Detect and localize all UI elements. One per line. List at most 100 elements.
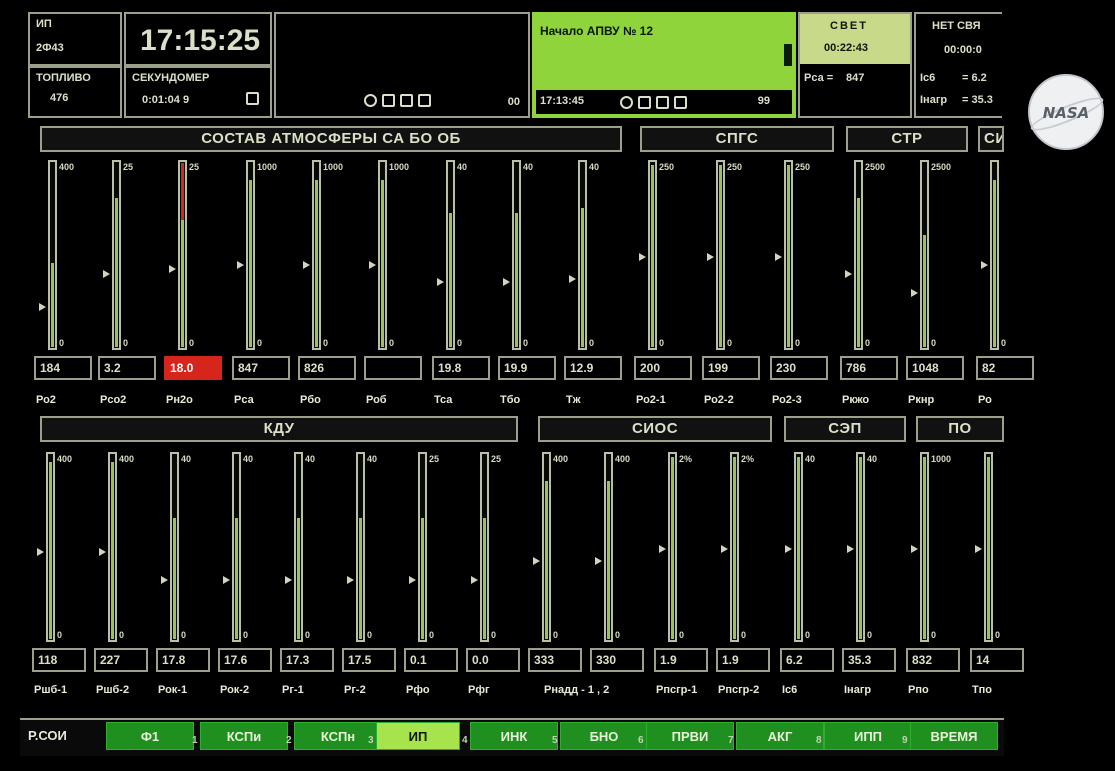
iagr-value: = 35.3 (962, 94, 993, 106)
gauge-pointer-icon (471, 576, 478, 585)
media-panel-1: 00 (274, 12, 530, 118)
gauge-max-label: 40 (181, 454, 192, 464)
gauge-pointer-icon (39, 303, 46, 312)
gauge-max-label: 25 (189, 162, 200, 172)
ic6-value: = 6.2 (962, 72, 987, 84)
gauge-track (232, 452, 241, 642)
gauge-label: Тбо (500, 394, 521, 406)
gauge-value: 82 (976, 356, 1034, 380)
tab-8[interactable]: АКГ (736, 722, 824, 750)
tab-1[interactable]: Ф1 (106, 722, 194, 750)
ip-label: ИП (36, 18, 52, 30)
section-str: СТР (846, 126, 968, 152)
section-sios: СИОС (538, 416, 772, 442)
gauge-zero-label: 0 (615, 630, 621, 640)
gauge-pointer-icon (223, 576, 230, 585)
tab-2[interactable]: КСПи (200, 722, 288, 750)
gauge-zero-label: 0 (1001, 338, 1007, 348)
gauge-fill (249, 179, 252, 347)
gauge-pointer-icon (103, 270, 110, 278)
gauge-zero-label: 0 (805, 630, 811, 640)
gauge-track (178, 160, 187, 350)
gauge-value: 17.8 (156, 648, 210, 672)
gauge-label: Ро2-2 (704, 394, 734, 406)
gauge-label: Ршб-1 (34, 684, 68, 696)
gauge-zero-label: 0 (865, 338, 871, 348)
tab-number: 1 (192, 735, 198, 746)
gauge-value: 17.5 (342, 648, 396, 672)
gauge-track (920, 452, 929, 642)
gauge-zero-label: 0 (995, 630, 1001, 640)
stop-icon[interactable] (674, 96, 687, 110)
gauge-alarm-segment (181, 163, 184, 220)
gauge-fill (787, 164, 790, 347)
gauge-fill (449, 213, 452, 347)
back-icon[interactable] (656, 96, 669, 110)
gauge-zero-label: 0 (57, 630, 63, 640)
ip-value: 2Ф43 (36, 42, 64, 54)
media1-controls (364, 92, 436, 110)
tab-6[interactable]: БНО (560, 722, 648, 750)
gauge-track (730, 452, 739, 642)
gauge-value: 0.1 (404, 648, 458, 672)
stopwatch-label: СЕКУНДОМЕР (132, 72, 210, 84)
gauge-value: 230 (770, 356, 828, 380)
gauge-label: Ркнр (908, 394, 935, 406)
gauge-fill (421, 518, 424, 639)
rewind-icon[interactable] (638, 96, 651, 110)
gauge-zero-label: 0 (457, 338, 463, 348)
back-icon[interactable] (400, 94, 413, 108)
tab-10[interactable]: ВРЕМЯ (910, 722, 998, 750)
gauge-label: Тпо (972, 684, 992, 696)
clock: 17:15:25 (140, 24, 261, 57)
gauge-track (112, 160, 121, 350)
gauge-max-label: 400 (615, 454, 631, 464)
gauge-track (108, 452, 117, 642)
rca-label: Рса = (804, 72, 834, 84)
gauge-pointer-icon (981, 260, 988, 269)
section-atmosphere: СОСТАВ АТМОСФЕРЫ СА БО ОБ (40, 126, 622, 152)
bottom-bar-prefix: Р.СОИ (28, 728, 67, 743)
gauge-zero-label: 0 (931, 338, 937, 348)
gauge-max-label: 400 (59, 162, 75, 172)
gauge-max-label: 40 (589, 162, 600, 172)
tab-5[interactable]: ИНК (470, 722, 558, 750)
gauge-value: 0.0 (466, 648, 520, 672)
gauge-fill (651, 164, 654, 347)
gauge-zero-label: 0 (189, 338, 195, 348)
rewind-icon[interactable] (382, 94, 395, 108)
tab-9[interactable]: ИПП (824, 722, 912, 750)
gauge-max-label: 2500 (931, 162, 952, 172)
gauge-pointer-icon (169, 265, 176, 274)
gauge-pointer-icon (845, 270, 852, 278)
gauge-zero-label: 0 (59, 338, 65, 348)
gauge-max-label: 40 (523, 162, 534, 172)
gauge-label: Рпо (908, 684, 929, 696)
gauge-value: 1.9 (654, 648, 708, 672)
gauge-fill (733, 456, 736, 639)
close-icon[interactable] (620, 96, 633, 110)
gauge-max-label: 400 (119, 454, 135, 464)
stopwatch-reset-icon[interactable] (246, 92, 259, 105)
gauge-max-label: 250 (795, 162, 811, 172)
tab-4[interactable]: ИП (376, 722, 460, 750)
gauge-track (512, 160, 521, 350)
gauge-value (364, 356, 422, 380)
gauge-zero-label: 0 (389, 338, 395, 348)
close-icon[interactable] (364, 94, 377, 108)
gauge-value: 832 (906, 648, 960, 672)
gauge-pointer-icon (659, 544, 666, 553)
tab-7[interactable]: ПРВИ (646, 722, 734, 750)
gauge-value: 35.3 (842, 648, 896, 672)
gauge-value: 6.2 (780, 648, 834, 672)
gauge-zero-label: 0 (553, 630, 559, 640)
gauge-label: Рок-2 (220, 684, 250, 696)
ip-box: ИП 2Ф43 (28, 12, 122, 66)
gauge-pointer-icon (37, 547, 44, 556)
gauge-fill (51, 263, 54, 347)
stop-icon[interactable] (418, 94, 431, 108)
gauge-max-label: 2500 (865, 162, 886, 172)
section-po: ПО (916, 416, 1004, 442)
media1-counter: 00 (507, 96, 520, 108)
gauge-track (46, 452, 55, 642)
